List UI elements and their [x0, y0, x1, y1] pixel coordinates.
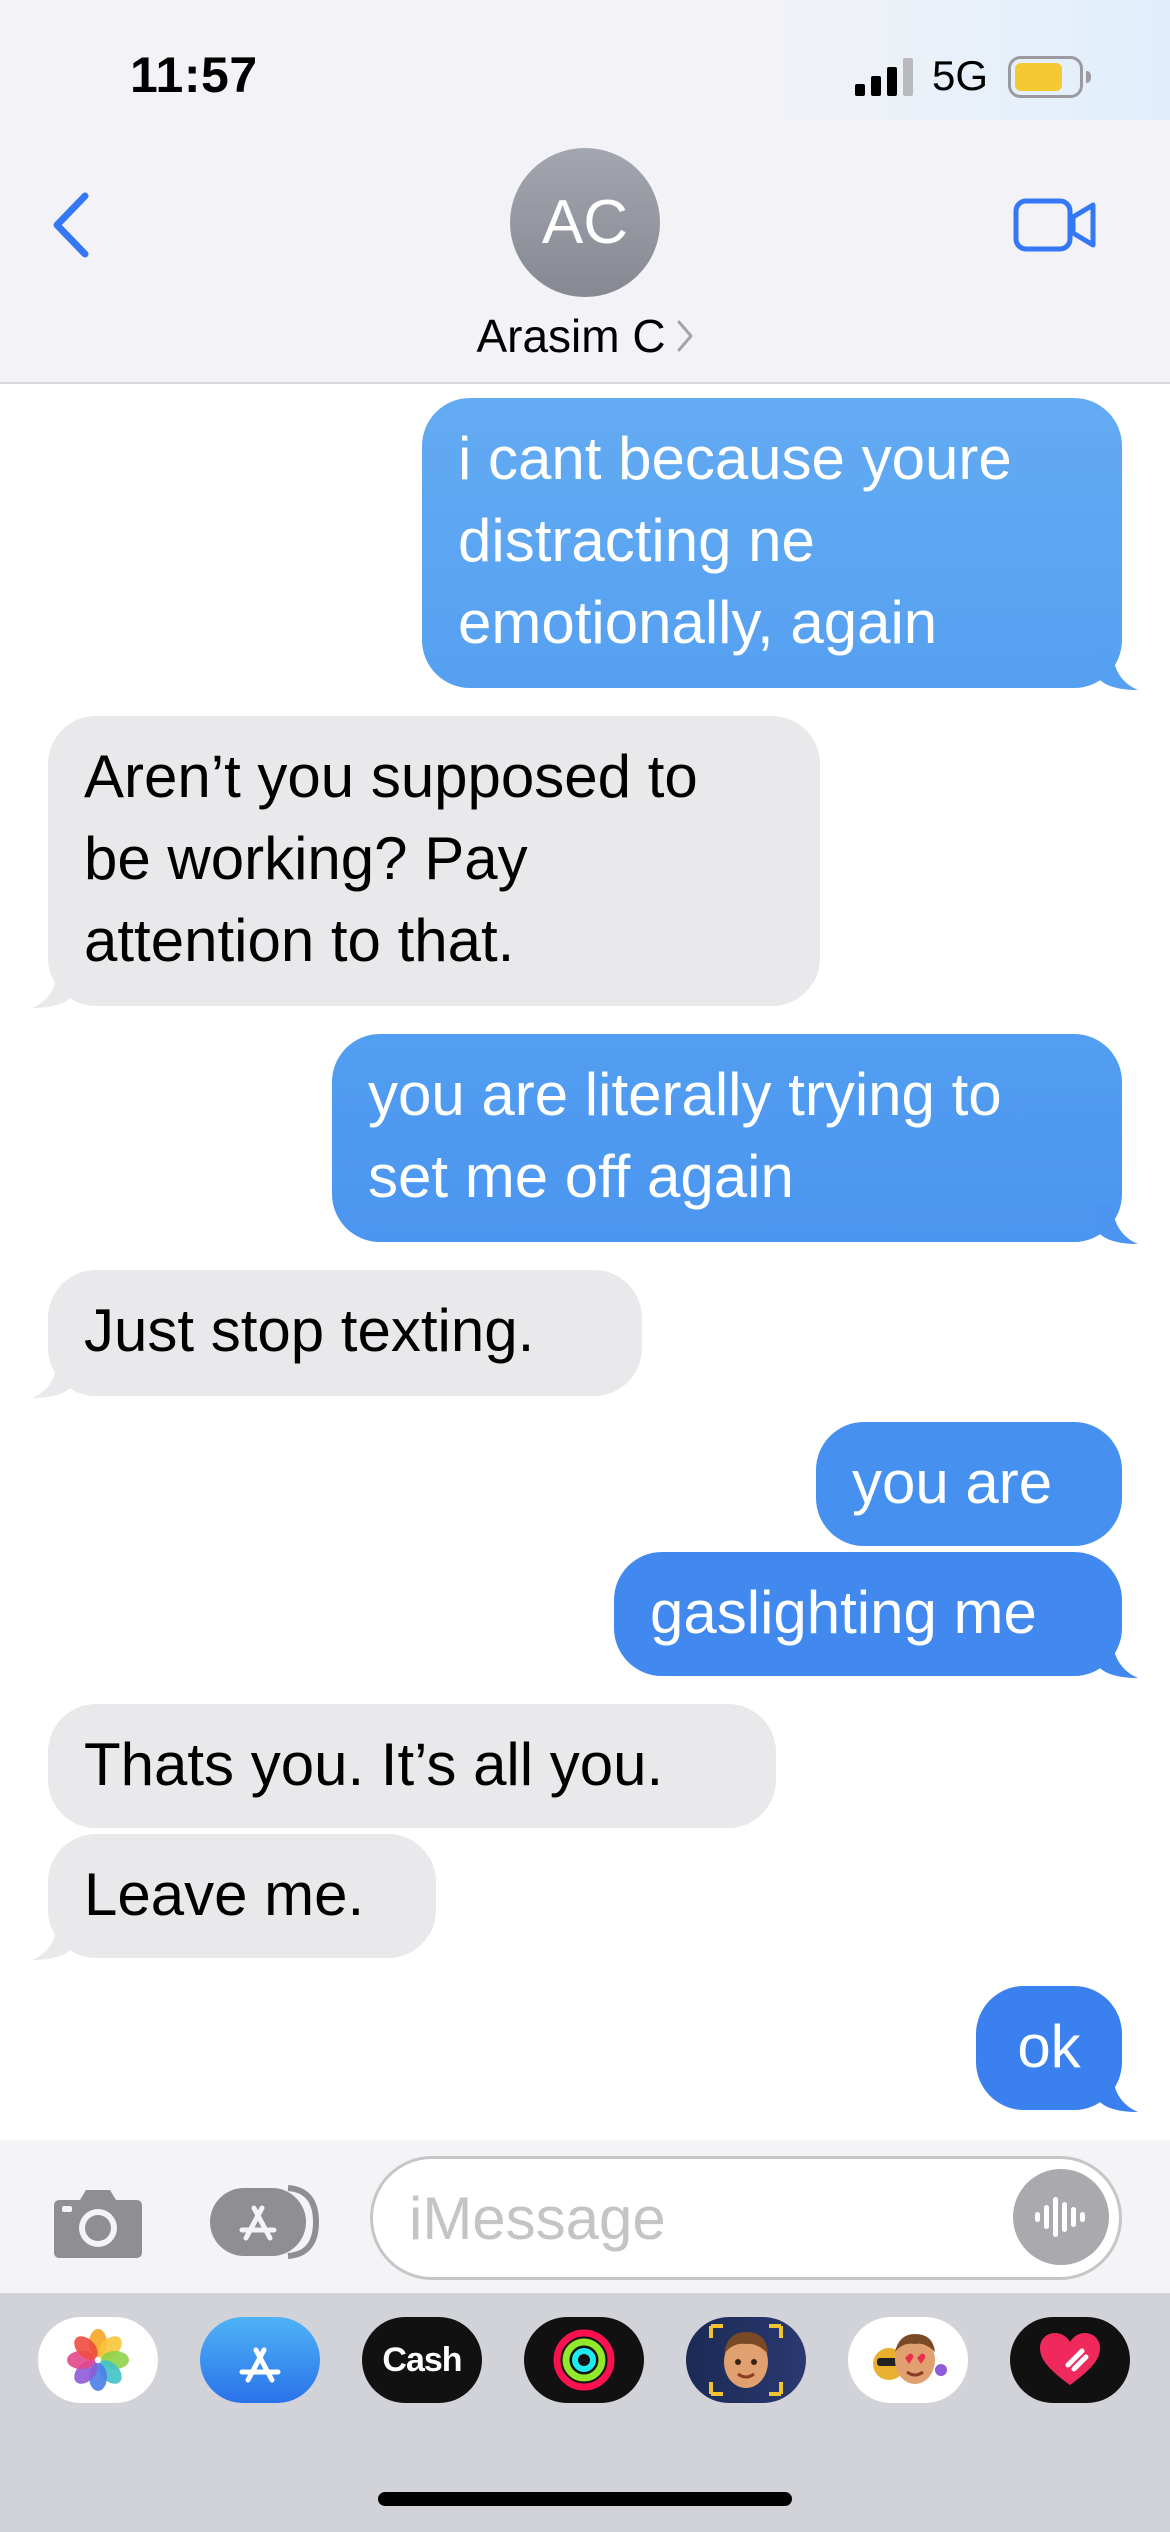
photos-flower-icon: [67, 2329, 129, 2391]
message-bubble-received[interactable]: Just stop texting.: [48, 1270, 642, 1396]
message-bubble-received[interactable]: Aren’t you supposed to be working? Pay a…: [48, 716, 820, 1006]
avatar: AC: [510, 148, 660, 297]
chevron-right-icon: [677, 320, 693, 352]
activity-app-icon[interactable]: [524, 2317, 644, 2403]
app-store-glyph-icon: [239, 2347, 281, 2383]
voice-message-button[interactable]: [1013, 2169, 1109, 2265]
bubble-tail: [32, 1358, 72, 1398]
home-indicator[interactable]: [378, 2492, 792, 2506]
message-thread[interactable]: i cant because youre distracting ne emot…: [0, 384, 1170, 2140]
cash-label: Cash: [382, 2340, 462, 2379]
memoji-stickers-app-icon[interactable]: [848, 2317, 968, 2403]
digital-touch-app-icon[interactable]: [1010, 2317, 1130, 2403]
contact-details-button[interactable]: AC Arasim C: [0, 148, 1170, 363]
facetime-video-button[interactable]: [1010, 190, 1100, 260]
bubble-tail: [1098, 1638, 1138, 1678]
bubble-tail: [32, 1920, 72, 1960]
message-bubble-sent[interactable]: gaslighting me: [614, 1552, 1122, 1676]
camera-button[interactable]: [52, 2186, 144, 2260]
battery-icon: [1008, 56, 1091, 98]
bubble-tail: [1098, 1204, 1138, 1244]
message-bubble-received[interactable]: Leave me.: [48, 1834, 436, 1958]
contact-name: Arasim C: [476, 310, 666, 362]
heart-icon: [1040, 2333, 1100, 2385]
bubble-tail: [32, 968, 72, 1008]
camera-icon: [54, 2190, 142, 2258]
memoji-app-icon[interactable]: [686, 2317, 806, 2403]
network-type: 5G: [932, 52, 989, 99]
waveform-icon: [1035, 2197, 1085, 2237]
bubble-tail: [1098, 650, 1138, 690]
message-bubble-received[interactable]: Thats you. It’s all you.: [48, 1704, 776, 1828]
activity-rings-icon: [553, 2329, 615, 2391]
app-store-icon: [210, 2185, 320, 2259]
compose-bar: iMessage: [0, 2140, 1170, 2293]
message-placeholder: iMessage: [409, 2185, 666, 2252]
message-bubble-sent[interactable]: you are: [816, 1422, 1122, 1546]
status-time: 11:57: [130, 47, 258, 103]
apps-button[interactable]: [208, 2184, 320, 2260]
message-input[interactable]: iMessage: [370, 2156, 1122, 2280]
apple-cash-app-icon[interactable]: Cash: [362, 2317, 482, 2403]
memoji-stickers-icon: [873, 2334, 947, 2384]
memoji-face-icon: [709, 2324, 783, 2396]
message-bubble-sent[interactable]: you are literally trying to set me off a…: [332, 1034, 1122, 1242]
bubble-tail: [1098, 2072, 1138, 2112]
video-camera-icon: [1013, 198, 1096, 252]
message-bubble-sent[interactable]: i cant because youre distracting ne emot…: [422, 398, 1122, 688]
photos-app-icon[interactable]: [38, 2317, 158, 2403]
app-store-app-icon[interactable]: [200, 2317, 320, 2403]
cellular-signal-icon: [855, 58, 913, 96]
